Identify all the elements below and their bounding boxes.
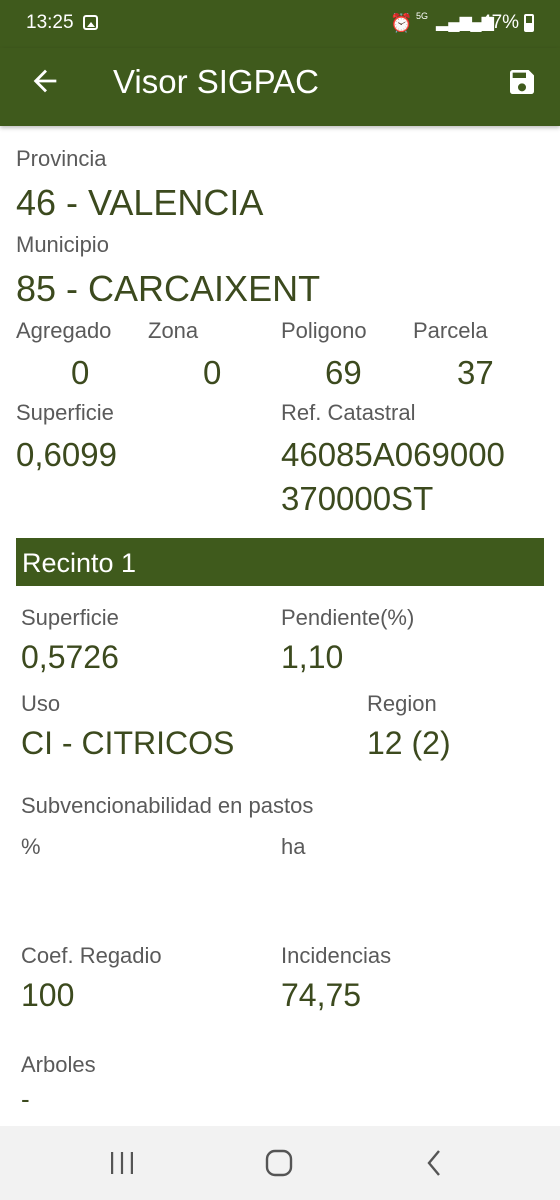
agregado-label: Agregado: [16, 318, 112, 343]
recinto-superficie-value: 0,5726: [21, 639, 119, 675]
region-label: Region: [367, 691, 437, 716]
coef-regadio-label: Coef. Regadio: [21, 943, 162, 968]
ref-catastral-label: Ref. Catastral: [281, 400, 416, 425]
pastos-percent-label: %: [21, 834, 41, 859]
pendiente-label: Pendiente(%): [281, 605, 415, 630]
municipio-value: 85 - CARCAIXENT: [16, 268, 321, 309]
gallery-icon: [83, 15, 98, 30]
battery-icon: [524, 14, 534, 32]
parcela-label: Parcela: [413, 318, 488, 343]
incidencias-label: Incidencias: [281, 943, 392, 968]
superficie-value: 0,6099: [16, 436, 117, 473]
pastos-label: Subvencionabilidad en pastos: [21, 793, 314, 818]
recinto-header: Recinto 1: [16, 538, 544, 586]
uso-value: CI - CITRICOS: [21, 725, 235, 761]
app-bar: Visor SIGPAC: [0, 48, 560, 126]
ref-catastral-line2: 370000ST: [281, 480, 434, 517]
nav-back-icon[interactable]: [424, 1148, 444, 1178]
incidencias-value: 74,75: [281, 977, 362, 1013]
page-title: Visor SIGPAC: [113, 63, 320, 100]
provincia-label: Provincia: [16, 146, 107, 171]
region-value: 12 (2): [367, 725, 451, 761]
zona-value: 0: [203, 354, 222, 391]
save-icon[interactable]: [506, 66, 538, 98]
alarm-icon: ⏰: [390, 13, 413, 33]
status-time: 13:25: [26, 12, 74, 33]
pendiente-value: 1,10: [281, 639, 344, 675]
home-icon[interactable]: [264, 1148, 294, 1178]
provincia-value: 46 - VALENCIA: [16, 182, 264, 223]
back-arrow-icon[interactable]: [28, 64, 62, 98]
uso-label: Uso: [21, 691, 61, 716]
agregado-value: 0: [71, 354, 90, 391]
coef-regadio-value: 100: [21, 977, 75, 1013]
pastos-ha-label: ha: [281, 834, 306, 859]
ref-catastral-line1: 46085A069000: [281, 436, 505, 473]
arboles-label: Arboles: [21, 1052, 96, 1077]
recent-apps-icon[interactable]: [108, 1150, 136, 1176]
status-bar: 13:25 ⏰ 5G ▂▄▆ ▂▄▆ 47%: [0, 0, 560, 48]
network-type: 5G: [416, 11, 429, 21]
superficie-label: Superficie: [16, 400, 114, 425]
poligono-label: Poligono: [281, 318, 367, 343]
zona-label: Zona: [148, 318, 199, 343]
municipio-label: Municipio: [16, 232, 109, 257]
arboles-value: -: [21, 1084, 30, 1114]
poligono-value: 69: [325, 354, 362, 391]
system-nav-bar: [0, 1126, 560, 1200]
recinto-title: Recinto 1: [22, 548, 137, 578]
recinto-superficie-label: Superficie: [21, 605, 119, 630]
parcela-value: 37: [457, 354, 494, 391]
battery-percent: 47%: [481, 12, 520, 33]
